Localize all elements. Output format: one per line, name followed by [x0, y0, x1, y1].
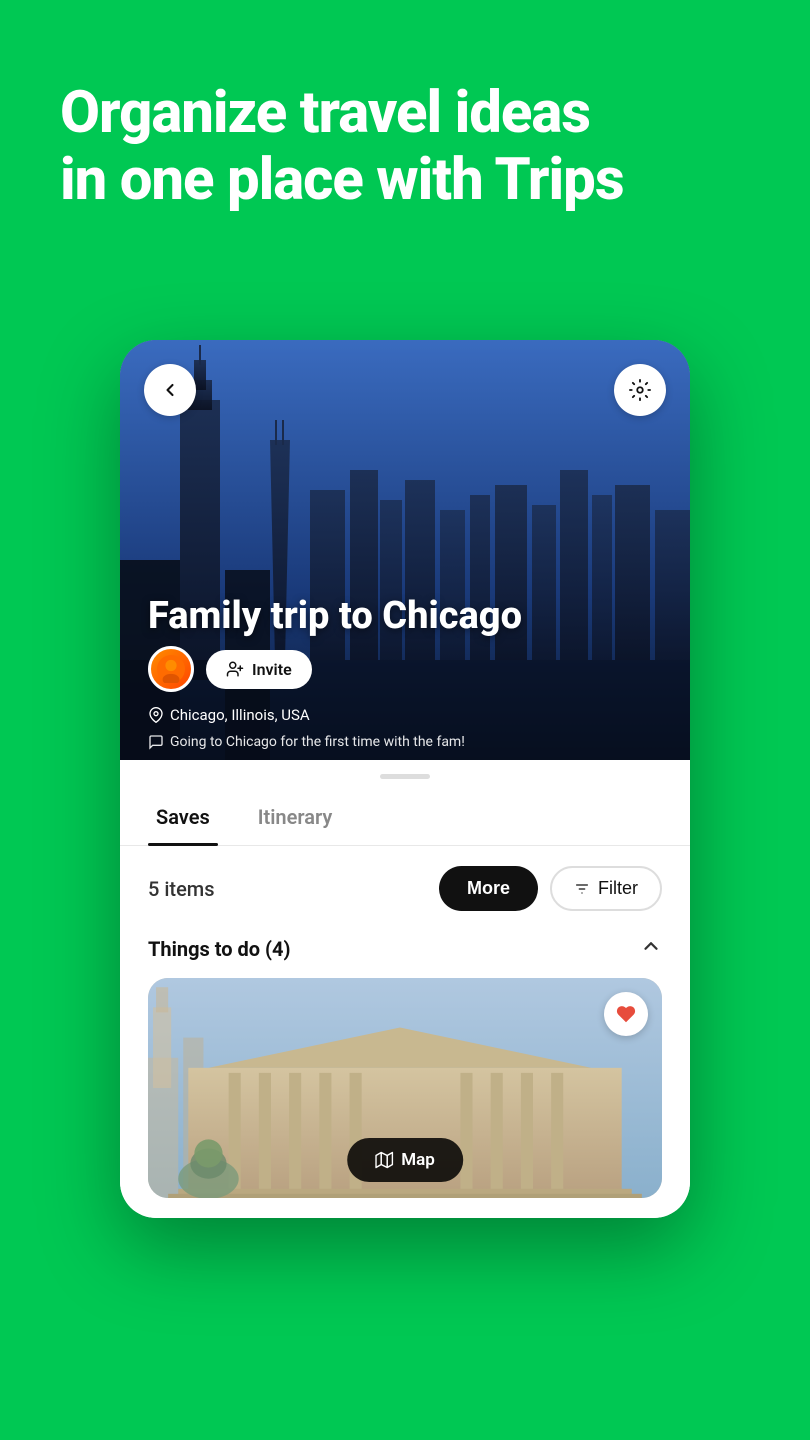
map-label: Map: [401, 1150, 435, 1170]
trip-actions: Invite: [148, 646, 312, 692]
back-button[interactable]: [144, 364, 196, 416]
invite-label: Invite: [252, 660, 292, 679]
filter-button[interactable]: Filter: [550, 866, 662, 911]
tab-saves[interactable]: Saves: [148, 789, 218, 845]
items-actions: More Filter: [439, 866, 662, 911]
tab-itinerary[interactable]: Itinerary: [250, 789, 341, 845]
map-button[interactable]: Map: [347, 1138, 463, 1182]
avatar: [148, 646, 194, 692]
section-header: Things to do (4): [148, 935, 662, 962]
trip-header: Family trip to Chicago Invite: [120, 340, 690, 760]
chevron-up-icon[interactable]: [640, 935, 662, 962]
items-count: 5 items: [148, 877, 215, 901]
place-card[interactable]: Map: [148, 978, 662, 1198]
content-area: 5 items More Filter Things to do (4): [120, 846, 690, 1218]
bottom-sheet: Saves Itinerary 5 items More: [120, 774, 690, 1218]
trip-location: Chicago, Illinois, USA: [148, 706, 310, 724]
trip-title: Family trip to Chicago: [148, 594, 522, 640]
phone-mockup: Family trip to Chicago Invite: [120, 340, 690, 1218]
more-button[interactable]: More: [439, 866, 538, 911]
heart-button[interactable]: [604, 992, 648, 1036]
tabs-container: Saves Itinerary: [120, 789, 690, 846]
invite-button[interactable]: Invite: [206, 650, 312, 689]
items-row: 5 items More Filter: [148, 866, 662, 911]
trip-note: Going to Chicago for the first time with…: [148, 734, 465, 750]
hero-headline: Organize travel ideas in one place with …: [60, 80, 750, 213]
settings-button[interactable]: [614, 364, 666, 416]
drag-handle[interactable]: [380, 774, 430, 779]
section-title: Things to do (4): [148, 937, 291, 961]
hero-section: Organize travel ideas in one place with …: [0, 0, 810, 253]
